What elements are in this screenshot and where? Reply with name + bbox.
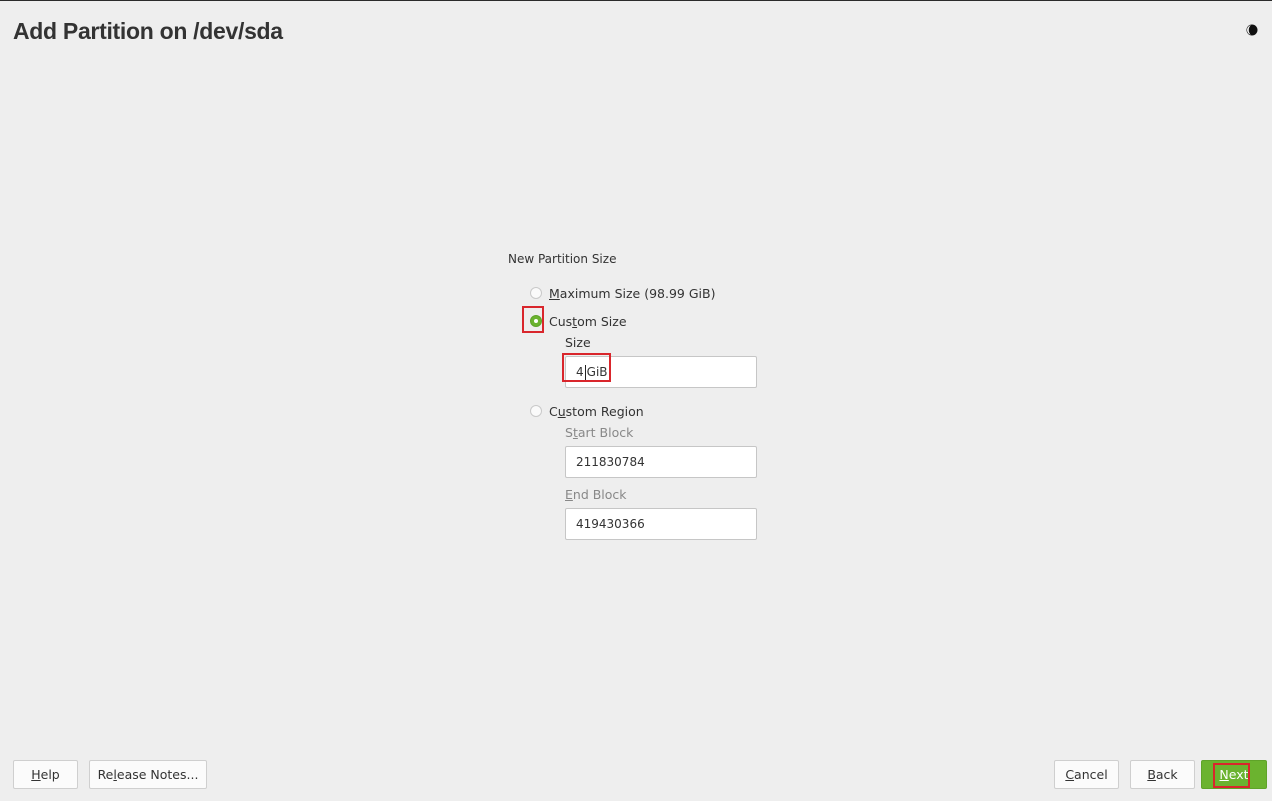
radio-label: Custom Size <box>549 313 627 329</box>
radio-button[interactable] <box>530 315 542 327</box>
radio-label: Maximum Size (98.99 GiB) <box>549 285 716 301</box>
back-button[interactable]: Back <box>1130 760 1195 789</box>
text-caret <box>584 365 586 380</box>
start-block-label: Start Block <box>565 425 634 440</box>
half-moon-icon[interactable] <box>1246 23 1258 37</box>
radio-maximum-size[interactable]: Maximum Size (98.99 GiB) <box>530 284 715 302</box>
radio-button[interactable] <box>530 405 542 417</box>
size-label: Size <box>565 335 591 350</box>
release-notes-button[interactable]: Re l ease Notes... <box>89 760 207 789</box>
cancel-button[interactable]: Cancel <box>1054 760 1119 789</box>
help-button[interactable]: Help <box>13 760 78 789</box>
radio-button[interactable] <box>530 287 542 299</box>
radio-custom-size[interactable]: Custom Size <box>530 312 627 330</box>
next-button[interactable]: Next <box>1201 760 1267 789</box>
page-title: Add Partition on /dev/sda <box>13 18 283 44</box>
radio-custom-region[interactable]: Custom Region <box>530 402 644 420</box>
end-block-label: End Block <box>565 487 627 502</box>
radio-label: Custom Region <box>549 403 644 419</box>
size-input[interactable]: 4 GiB <box>565 356 757 388</box>
end-block-input[interactable]: 419430366 <box>565 508 757 540</box>
start-block-input[interactable]: 211830784 <box>565 446 757 478</box>
group-title: New Partition Size <box>508 252 617 266</box>
